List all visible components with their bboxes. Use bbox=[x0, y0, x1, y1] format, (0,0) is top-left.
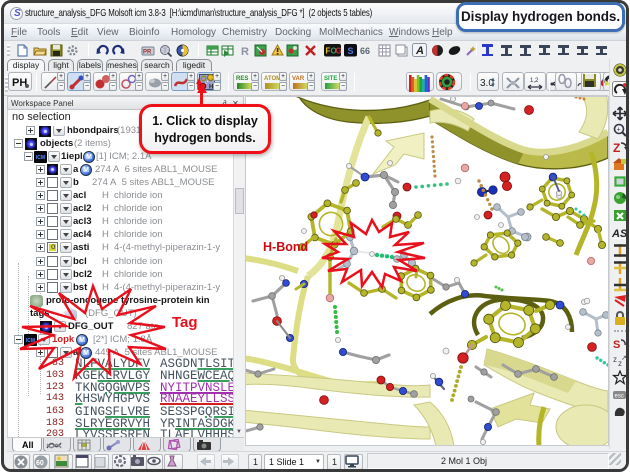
svg-text:G: G bbox=[336, 47, 342, 56]
svg-text:z: z bbox=[613, 355, 617, 364]
svg-text:66: 66 bbox=[360, 46, 370, 56]
svg-text:+: + bbox=[617, 127, 621, 134]
svg-text:Z: Z bbox=[613, 141, 620, 155]
svg-text:esc: esc bbox=[615, 394, 624, 400]
svg-text:↗: ↗ bbox=[621, 355, 627, 362]
svg-text:S: S bbox=[613, 339, 620, 351]
svg-text:PR: PR bbox=[143, 50, 152, 56]
svg-text:1,2: 1,2 bbox=[530, 78, 539, 84]
svg-text:60: 60 bbox=[36, 460, 44, 467]
svg-text:R: R bbox=[241, 46, 249, 57]
svg-text:S: S bbox=[348, 46, 354, 56]
svg-text:A: A bbox=[415, 45, 424, 57]
